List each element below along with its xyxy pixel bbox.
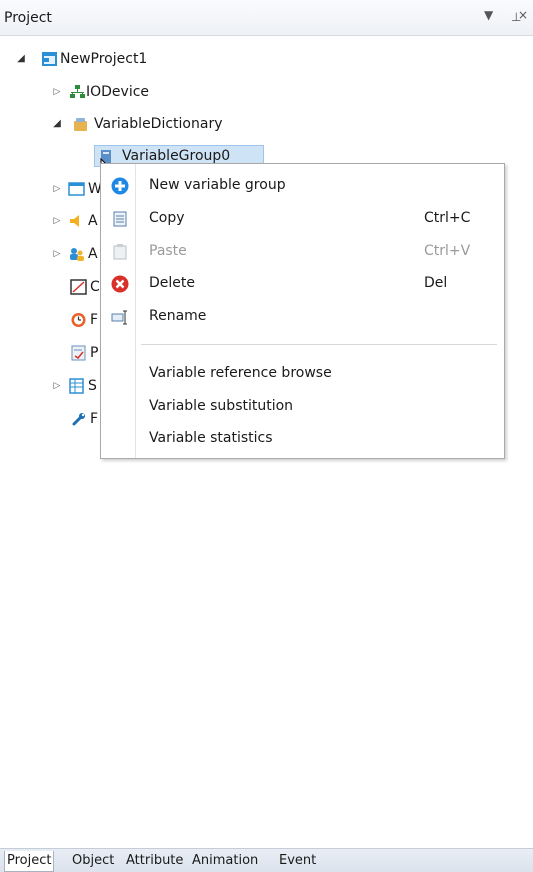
tree-item-partial[interactable]: C <box>0 274 100 300</box>
paste-icon <box>113 244 127 260</box>
menu-label: Variable reference browse <box>149 365 332 381</box>
tree-label-partial: F <box>90 411 99 427</box>
menu-item-variable-reference-browse[interactable]: Variable reference browse <box>101 358 504 390</box>
tab-object[interactable]: Object <box>70 851 116 872</box>
menu-label: Delete <box>149 275 195 291</box>
project-icon <box>42 52 57 66</box>
menu-item-copy[interactable]: Copy Ctrl+C <box>101 203 504 235</box>
expand-icon[interactable]: ▷ <box>50 241 64 267</box>
close-icon[interactable]: × <box>518 8 528 22</box>
menu-label: Variable substitution <box>149 398 294 414</box>
menu-item-paste[interactable]: Paste Ctrl+V <box>101 236 504 268</box>
panel-header: Project ▼ ᅟ⊥ × <box>0 0 533 36</box>
tree-label-iodevice: IODevice <box>86 84 150 100</box>
menu-label: New variable group <box>149 177 286 193</box>
bottom-tab-bar: Project Object Attribute Animation Event <box>0 848 533 872</box>
network-icon <box>70 85 85 98</box>
tree-label-variable-dictionary: VariableDictionary <box>94 116 223 132</box>
menu-item-new-variable-group[interactable]: New variable group <box>101 170 504 202</box>
menu-separator <box>141 344 497 345</box>
menu-label: Paste <box>149 243 187 259</box>
alarm-icon <box>70 215 79 227</box>
menu-item-delete[interactable]: Delete Del <box>101 268 504 300</box>
menu-item-variable-substitution[interactable]: Variable substitution <box>101 391 504 423</box>
copy-icon <box>113 211 127 227</box>
tree-item-root[interactable]: ◢ NewProject1 <box>0 46 300 72</box>
tree-item-partial[interactable]: ▷ W <box>0 176 102 202</box>
tree-label-partial: C <box>90 279 100 295</box>
menu-label: Rename <box>149 308 207 324</box>
tree-item-variable-dictionary[interactable]: ◢ VariableDictionary <box>0 111 300 137</box>
tab-animation[interactable]: Animation <box>190 851 260 872</box>
collapse-icon[interactable]: ◢ <box>50 111 64 137</box>
table-icon <box>69 378 84 394</box>
expand-icon[interactable]: ▷ <box>50 176 64 202</box>
wrench-icon <box>72 413 85 426</box>
rename-icon <box>111 310 127 325</box>
context-menu: New variable group Copy Ctrl+C Paste Ctr… <box>100 163 505 459</box>
tree-item-partial[interactable]: ▷ A <box>0 208 100 234</box>
menu-shortcut: Ctrl+C <box>424 210 471 226</box>
expand-icon[interactable]: ▷ <box>50 208 64 234</box>
menu-label: Variable statistics <box>149 430 273 446</box>
tree-item-partial[interactable]: F <box>0 307 100 333</box>
tree-item-iodevice[interactable]: ▷ IODevice <box>0 79 300 105</box>
clock-icon <box>71 313 86 327</box>
menu-item-variable-statistics[interactable]: Variable statistics <box>101 423 504 455</box>
dropdown-icon[interactable]: ▼ <box>484 8 493 22</box>
tree-item-partial[interactable]: ▷ S <box>0 373 100 399</box>
window-icon <box>68 182 85 196</box>
collapse-icon[interactable]: ◢ <box>14 46 28 72</box>
expand-icon[interactable]: ▷ <box>50 79 64 105</box>
tree-label-partial: F <box>90 312 99 328</box>
tab-attribute[interactable]: Attribute <box>124 851 185 872</box>
panel-title: Project <box>4 10 52 26</box>
tree-label-partial: S <box>88 378 97 394</box>
tree-label-partial: A <box>88 213 98 229</box>
menu-shortcut: Del <box>424 275 448 291</box>
tree-item-partial[interactable]: P <box>0 340 100 366</box>
tab-project[interactable]: Project <box>4 851 55 872</box>
tree-item-partial[interactable]: ▷ A <box>0 241 100 267</box>
tree-label-partial: P <box>90 345 99 361</box>
tree-label-partial: A <box>88 246 98 262</box>
delete-icon <box>111 275 129 293</box>
tree-item-partial[interactable]: F <box>0 406 100 432</box>
menu-shortcut: Ctrl+V <box>424 243 471 259</box>
add-icon <box>111 177 129 195</box>
tab-event[interactable]: Event <box>277 851 318 872</box>
curve-icon <box>70 279 87 295</box>
dictionary-icon <box>74 118 87 131</box>
menu-label: Copy <box>149 210 185 226</box>
expand-icon[interactable]: ▷ <box>50 373 64 399</box>
users-icon <box>70 248 84 261</box>
tree-label-root: NewProject1 <box>60 51 148 67</box>
report-icon <box>71 345 86 361</box>
menu-item-rename[interactable]: Rename <box>101 301 504 333</box>
